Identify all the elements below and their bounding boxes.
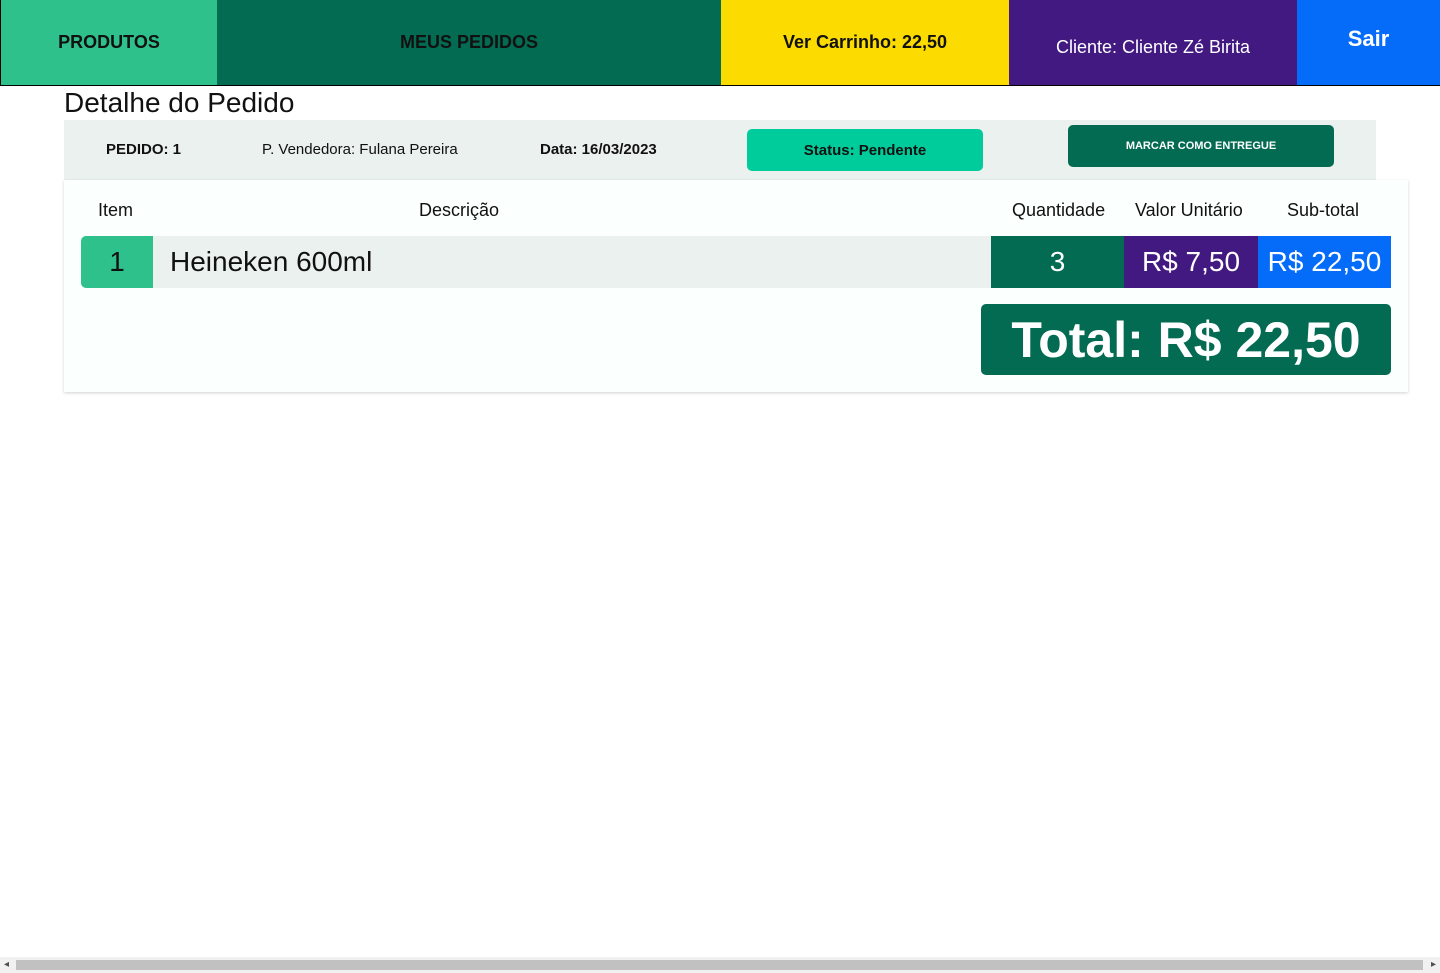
nav-client-name: Cliente: Cliente Zé Birita — [1009, 0, 1297, 85]
seller-name: P. Vendedora: Fulana Pereira — [262, 141, 458, 158]
scrollbar-thumb[interactable] — [16, 960, 1423, 970]
scroll-left-icon[interactable]: ◂ — [4, 958, 9, 972]
header-descricao: Descrição — [419, 200, 500, 220]
header-quantidade: Quantidade — [1012, 200, 1106, 220]
nav-produtos-button[interactable]: PRODUTOS — [1, 0, 217, 85]
header-valor-unitario: Valor Unitário — [1135, 200, 1243, 220]
status-badge: Status: Pendente — [747, 129, 983, 171]
nav-cart-button[interactable]: Ver Carrinho: 22,50 — [721, 0, 1009, 85]
scroll-right-icon[interactable]: ▸ — [1431, 958, 1436, 972]
order-date: Data: 16/03/2023 — [540, 141, 657, 158]
row-unit-price: R$ 7,50 — [1124, 236, 1258, 288]
order-total: Total: R$ 22,50 — [981, 304, 1391, 375]
nav-meus-pedidos-button[interactable]: MEUS PEDIDOS — [217, 0, 721, 85]
order-info-bar: PEDIDO: 1 P. Vendedora: Fulana Pereira D… — [64, 120, 1376, 180]
row-subtotal: R$ 22,50 — [1258, 236, 1391, 288]
page-title: Detalhe do Pedido — [64, 87, 295, 118]
top-navbar: PRODUTOS MEUS PEDIDOS Ver Carrinho: 22,5… — [0, 0, 1440, 86]
row-description: Heineken 600ml — [153, 236, 991, 288]
horizontal-scrollbar[interactable]: ◂ ▸ — [0, 957, 1440, 973]
table-row: 1 Heineken 600ml 3 R$ 7,50 R$ 22,50 — [81, 236, 1391, 288]
order-items-card: Item Descrição Quantidade Valor Unitário… — [64, 180, 1408, 392]
order-id: PEDIDO: 1 — [106, 141, 182, 158]
logout-button[interactable]: Sair — [1297, 0, 1440, 85]
row-quantity: 3 — [991, 236, 1124, 288]
mark-delivered-button[interactable]: MARCAR COMO ENTREGUE — [1068, 125, 1334, 167]
header-item: Item — [98, 200, 134, 220]
row-item-number: 1 — [81, 236, 153, 288]
header-subtotal: Sub-total — [1287, 200, 1360, 220]
